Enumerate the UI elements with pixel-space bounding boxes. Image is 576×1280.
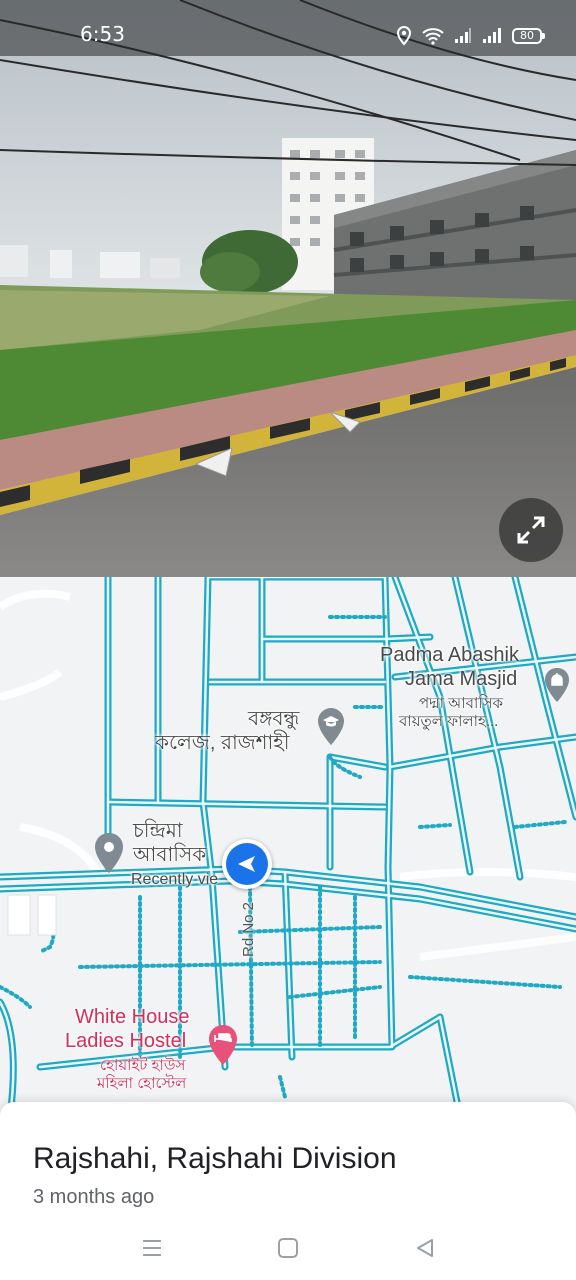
label-line: Padma Abashik <box>380 644 519 666</box>
label-line: আবাসিক <box>133 844 207 866</box>
menu-button[interactable] <box>138 1234 166 1262</box>
recently-viewed-label: Recently vie <box>131 871 219 888</box>
status-bar: 6:53 80 <box>0 0 576 56</box>
place-label-white-house-hostel[interactable]: White House Ladies Hostel <box>65 1005 190 1053</box>
expand-button[interactable] <box>499 498 563 562</box>
label-line: মহিলা হোস্টেল <box>97 1075 187 1092</box>
label-line: হোয়াইট হাউস <box>100 1057 186 1074</box>
status-time: 6:53 <box>80 22 125 46</box>
back-icon <box>417 1239 433 1257</box>
place-label-college[interactable]: বঙ্গবন্ধু কলেজ, রাজশাহী <box>155 707 300 755</box>
label-line: পদ্মা আবাসিক <box>419 695 504 712</box>
expand-icon <box>517 516 545 544</box>
label-line: White House <box>75 1006 190 1028</box>
home-button[interactable] <box>274 1234 302 1262</box>
place-label-hostel-bn: হোয়াইট হাউস মহিলা হোস্টেল <box>97 1057 187 1093</box>
battery-icon: 80 <box>512 28 545 44</box>
place-title: Rajshahi, Rajshahi Division <box>33 1142 397 1175</box>
label-line: কলেজ, রাজশাহী <box>155 732 290 754</box>
map-view[interactable]: Padma Abashik Jama Masjid পদ্মা আবাসিক ব… <box>0 577 576 1117</box>
place-label-chandrima[interactable]: চন্দ্রিমা আবাসিক <box>133 819 206 867</box>
back-button[interactable] <box>411 1234 439 1262</box>
place-pin-icon[interactable] <box>93 832 125 874</box>
label-line: বায়তুল ফালাহ... <box>399 713 499 730</box>
label-line: Ladies Hostel <box>65 1030 187 1052</box>
wifi-icon <box>422 28 444 45</box>
label-line: Jama Masjid <box>405 668 518 690</box>
place-label-padma-abashik[interactable]: Padma Abashik Jama Masjid <box>380 643 519 691</box>
label-line: চন্দ্রিমা <box>133 820 183 842</box>
navigation-arrow-icon <box>238 856 255 872</box>
system-nav-bar <box>0 1216 576 1280</box>
streetview-location-marker[interactable] <box>222 839 272 889</box>
menu-icon <box>143 1240 161 1256</box>
signal-icon <box>455 28 471 43</box>
mosque-pin-icon[interactable] <box>543 667 571 703</box>
location-icon <box>396 26 412 46</box>
status-icons: 80 <box>396 24 545 48</box>
school-pin-icon[interactable] <box>316 707 346 747</box>
label-line: বঙ্গবন্ধু <box>248 708 300 730</box>
signal-icon <box>483 28 501 43</box>
home-icon <box>278 1238 298 1258</box>
place-label-padma-bn: পদ্মা আবাসিক বায়তুল ফালাহ... <box>399 695 504 731</box>
street-view-panorama[interactable] <box>0 0 576 577</box>
place-date: 3 months ago <box>33 1186 155 1208</box>
hotel-pin-icon[interactable] <box>207 1024 239 1066</box>
street-view-image <box>0 0 576 577</box>
road-label: Rd No 2 <box>240 901 257 957</box>
